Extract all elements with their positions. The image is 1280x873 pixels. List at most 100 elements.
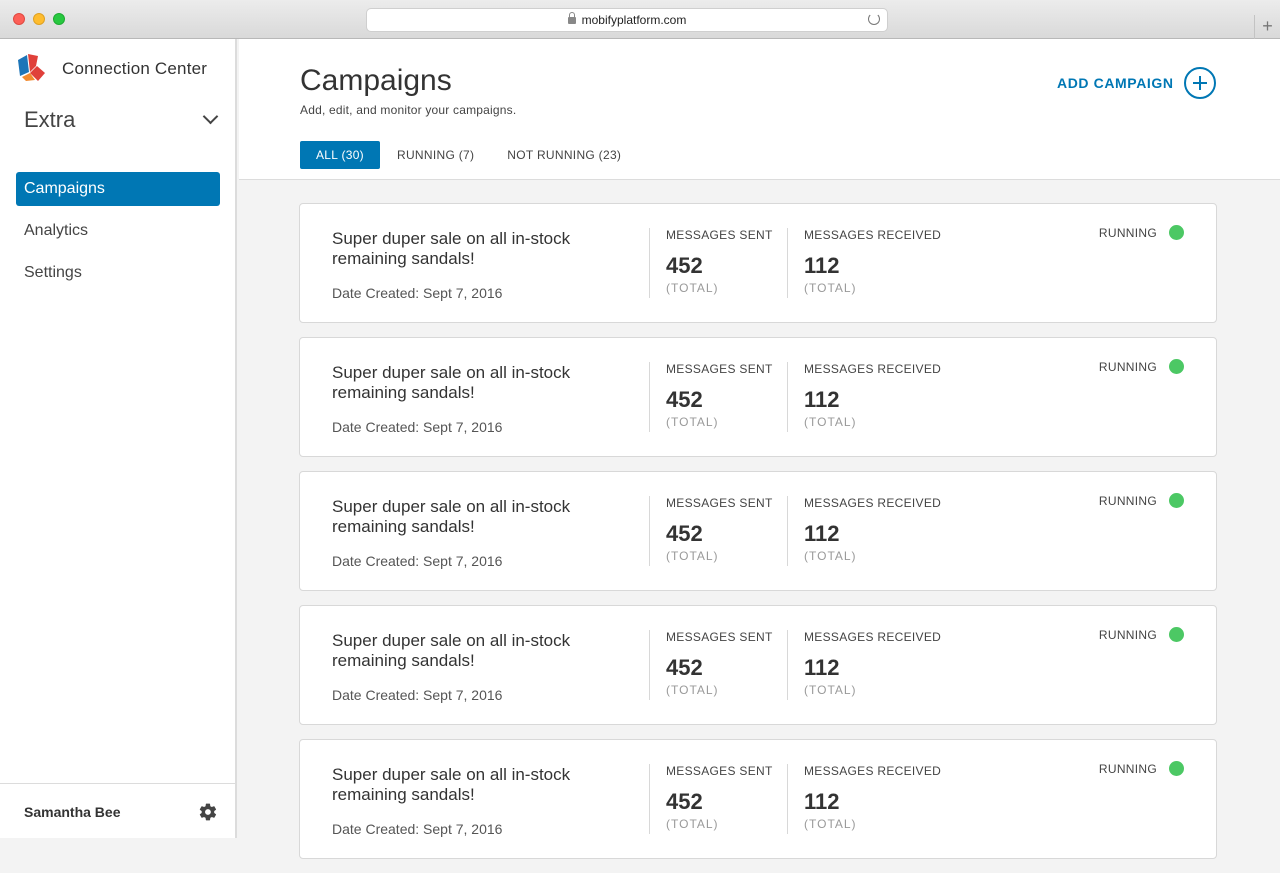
campaign-date: Date Created: Sept 7, 2016 <box>332 687 503 703</box>
metric-unit: (TOTAL) <box>666 549 719 563</box>
messages-received-metric: MESSAGES RECEIVED 112 (TOTAL) <box>804 764 941 831</box>
campaign-card[interactable]: Super duper sale on all in-stock remaini… <box>299 605 1217 725</box>
messages-received-metric: MESSAGES RECEIVED 112 (TOTAL) <box>804 362 941 429</box>
messages-sent-metric: MESSAGES SENT 452 (TOTAL) <box>666 764 773 831</box>
metric-value: 452 <box>666 655 703 680</box>
zoom-window-button[interactable] <box>53 13 65 25</box>
status-label: RUNNING <box>1098 627 1157 642</box>
divider <box>787 630 788 700</box>
messages-sent-metric: MESSAGES SENT 452 (TOTAL) <box>666 362 773 429</box>
chevron-down-icon <box>202 108 219 125</box>
status-dot-icon <box>1169 493 1184 508</box>
campaign-card[interactable]: Super duper sale on all in-stock remaini… <box>299 471 1217 591</box>
status-label: RUNNING <box>1098 761 1157 776</box>
sidebar-item-campaigns[interactable]: Campaigns <box>16 172 220 206</box>
metric-label: MESSAGES RECEIVED <box>804 228 942 242</box>
user-name: Samantha Bee <box>24 804 121 820</box>
metric-label: MESSAGES RECEIVED <box>804 630 942 644</box>
sidebar-nav: Campaigns Analytics Settings <box>16 172 220 298</box>
metric-value: 112 <box>804 521 840 546</box>
metric-label: MESSAGES SENT <box>666 764 773 778</box>
status-badge: RUNNING <box>1099 493 1184 508</box>
metric-unit: (TOTAL) <box>804 817 857 831</box>
org-name: Extra <box>24 107 76 132</box>
sidebar-item-analytics[interactable]: Analytics <box>16 214 220 248</box>
campaign-title: Super duper sale on all in-stock remaini… <box>332 765 571 804</box>
sidebar: Connection Center Extra Campaigns Analyt… <box>0 39 237 838</box>
status-badge: RUNNING <box>1099 761 1184 776</box>
metric-unit: (TOTAL) <box>804 281 857 295</box>
metric-value: 452 <box>666 387 703 412</box>
campaign-title: Super duper sale on all in-stock remaini… <box>332 229 571 268</box>
metric-value: 452 <box>666 253 703 278</box>
divider <box>787 764 788 834</box>
tab-running[interactable]: RUNNING (7) <box>381 141 490 169</box>
metric-label: MESSAGES SENT <box>666 228 773 242</box>
divider <box>787 228 788 298</box>
status-label: RUNNING <box>1098 225 1157 240</box>
campaign-date: Date Created: Sept 7, 2016 <box>332 419 503 435</box>
metric-unit: (TOTAL) <box>666 817 719 831</box>
metric-unit: (TOTAL) <box>804 683 857 697</box>
divider <box>649 630 650 700</box>
metric-label: MESSAGES SENT <box>666 496 773 510</box>
metric-label: MESSAGES RECEIVED <box>804 764 942 778</box>
browser-toolbar: mobifyplatform.com + <box>0 0 1280 39</box>
gear-icon[interactable] <box>198 802 218 822</box>
new-tab-button[interactable]: + <box>1254 15 1280 39</box>
messages-received-metric: MESSAGES RECEIVED 112 (TOTAL) <box>804 496 941 563</box>
divider <box>787 496 788 566</box>
divider <box>649 496 650 566</box>
status-badge: RUNNING <box>1099 359 1184 374</box>
messages-sent-metric: MESSAGES SENT 452 (TOTAL) <box>666 496 773 563</box>
campaign-title: Super duper sale on all in-stock remaini… <box>332 497 571 536</box>
campaign-date: Date Created: Sept 7, 2016 <box>332 285 503 301</box>
metric-value: 452 <box>666 789 703 814</box>
messages-received-metric: MESSAGES RECEIVED 112 (TOTAL) <box>804 630 941 697</box>
metric-unit: (TOTAL) <box>804 415 857 429</box>
tab-not-running[interactable]: NOT RUNNING (23) <box>491 141 637 169</box>
filter-tabs: ALL (30) RUNNING (7) NOT RUNNING (23) <box>300 141 638 169</box>
minimize-window-button[interactable] <box>33 13 45 25</box>
logo-icon <box>18 54 45 81</box>
metric-label: MESSAGES RECEIVED <box>804 496 942 510</box>
page-title: Campaigns <box>300 64 452 97</box>
status-badge: RUNNING <box>1099 225 1184 240</box>
reload-icon[interactable] <box>868 13 880 25</box>
campaign-title: Super duper sale on all in-stock remaini… <box>332 363 571 402</box>
metric-value: 112 <box>804 253 840 278</box>
add-campaign-label: ADD CAMPAIGN <box>1057 75 1174 91</box>
metric-label: MESSAGES RECEIVED <box>804 362 942 376</box>
sidebar-item-settings[interactable]: Settings <box>16 256 220 290</box>
metric-unit: (TOTAL) <box>666 281 719 295</box>
messages-sent-metric: MESSAGES SENT 452 (TOTAL) <box>666 630 773 697</box>
status-label: RUNNING <box>1098 359 1157 374</box>
divider <box>649 228 650 298</box>
campaign-card[interactable]: Super duper sale on all in-stock remaini… <box>299 203 1217 323</box>
page-subtitle: Add, edit, and monitor your campaigns. <box>300 103 517 117</box>
status-dot-icon <box>1169 761 1184 776</box>
status-dot-icon <box>1169 225 1184 240</box>
campaign-date: Date Created: Sept 7, 2016 <box>332 821 503 837</box>
add-campaign-button[interactable]: ADD CAMPAIGN <box>1057 66 1216 100</box>
metric-value: 112 <box>804 789 840 814</box>
messages-sent-metric: MESSAGES SENT 452 (TOTAL) <box>666 228 773 295</box>
lock-icon <box>567 12 576 24</box>
close-window-button[interactable] <box>13 13 25 25</box>
metric-value: 452 <box>666 521 703 546</box>
metric-unit: (TOTAL) <box>804 549 857 563</box>
divider <box>649 764 650 834</box>
metric-unit: (TOTAL) <box>666 415 719 429</box>
status-dot-icon <box>1169 627 1184 642</box>
metric-label: MESSAGES SENT <box>666 630 773 644</box>
address-bar[interactable]: mobifyplatform.com <box>366 8 888 32</box>
tab-all[interactable]: ALL (30) <box>300 141 380 169</box>
main-header: Campaigns Add, edit, and monitor your ca… <box>239 39 1280 180</box>
campaign-card[interactable]: Super duper sale on all in-stock remaini… <box>299 337 1217 457</box>
status-label: RUNNING <box>1098 493 1157 508</box>
org-selector[interactable]: Extra <box>24 105 220 135</box>
divider <box>787 362 788 432</box>
metric-unit: (TOTAL) <box>666 683 719 697</box>
campaign-card[interactable]: Super duper sale on all in-stock remaini… <box>299 739 1217 859</box>
status-badge: RUNNING <box>1099 627 1184 642</box>
